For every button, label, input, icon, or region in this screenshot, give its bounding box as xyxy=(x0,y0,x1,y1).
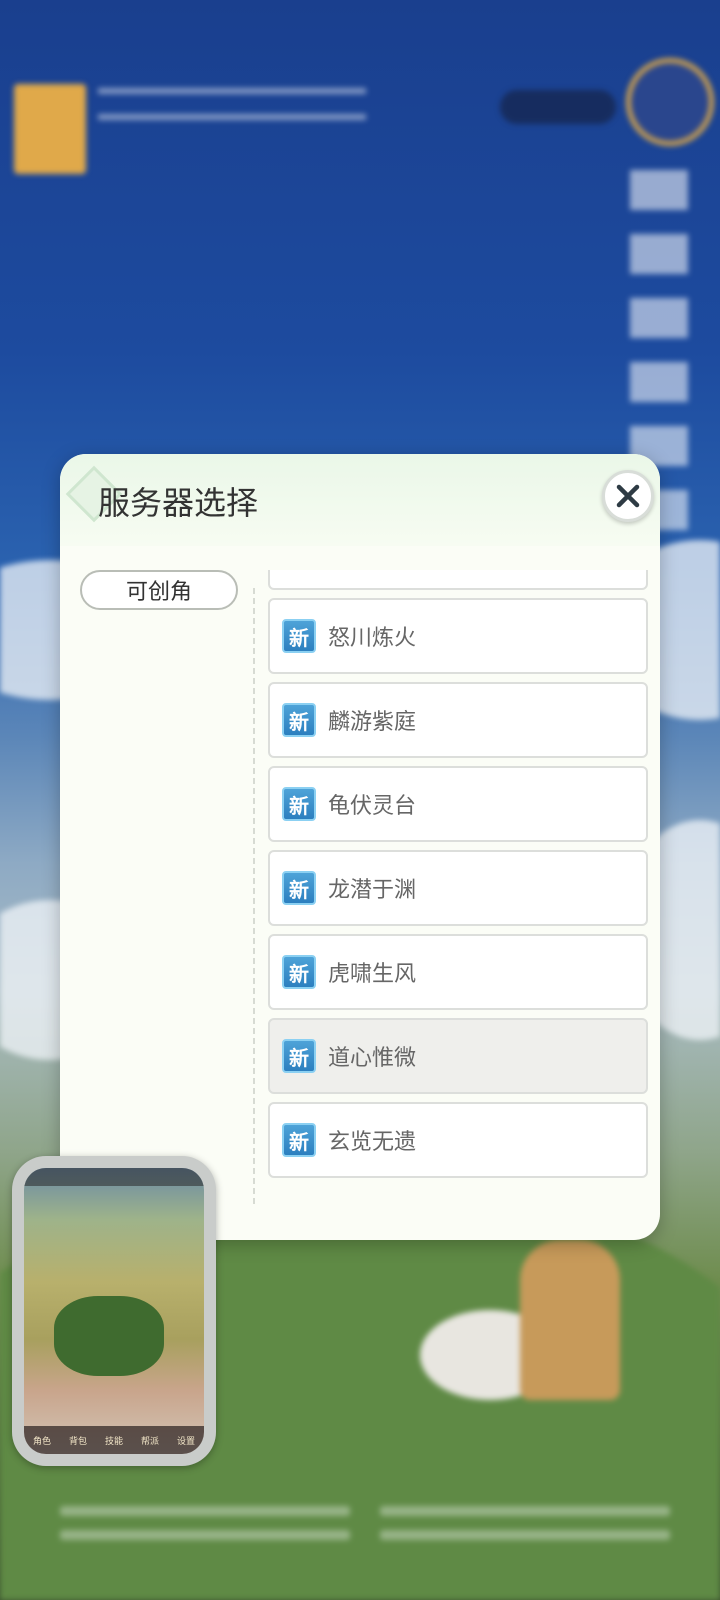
close-icon xyxy=(616,484,640,508)
server-name: 龟伏灵台 xyxy=(328,794,417,819)
server-item-selected[interactable]: 新 道心惟微 xyxy=(268,1018,648,1094)
server-item[interactable]: 新 虎啸生风 xyxy=(268,934,648,1010)
close-button[interactable] xyxy=(602,470,654,522)
server-name: 玄览无遗 xyxy=(328,1130,417,1155)
publisher-logo xyxy=(14,84,86,174)
mini-scenery xyxy=(54,1296,164,1376)
new-badge-icon: 新 xyxy=(282,1039,316,1073)
server-name: 虎啸生风 xyxy=(328,962,417,987)
column-divider xyxy=(253,588,255,1204)
server-item[interactable]: 新 龟伏灵台 xyxy=(268,766,648,842)
mini-tab: 角色 xyxy=(32,1436,51,1447)
new-badge-icon: 新 xyxy=(282,955,316,989)
new-badge-icon: 新 xyxy=(282,619,316,653)
publisher-info xyxy=(98,88,366,120)
game-preview: 角色 背包 技能 帮派 设置 xyxy=(24,1168,204,1454)
mini-tab: 技能 xyxy=(104,1436,123,1447)
mini-tab: 帮派 xyxy=(140,1436,159,1447)
new-badge-icon: 新 xyxy=(282,1123,316,1157)
new-badge-icon: 新 xyxy=(282,787,316,821)
age-rating-pill xyxy=(500,90,616,124)
mini-tab: 背包 xyxy=(68,1436,87,1447)
dialog-title: 服务器选择 xyxy=(98,484,259,522)
mini-status-bar xyxy=(24,1168,204,1186)
new-badge-icon: 新 xyxy=(282,703,316,737)
server-name: 麟游紫庭 xyxy=(328,710,417,735)
category-tab-creatable[interactable]: 可创角 xyxy=(80,570,238,610)
server-name: 道心惟微 xyxy=(328,1046,417,1071)
server-list[interactable]: 新 新 怒川炼火 新 麟游紫庭 新 龟伏灵台 新 龙潜于渊 新 虎啸生风 新 道… xyxy=(268,570,650,1210)
mini-tab: 设置 xyxy=(176,1436,195,1447)
dialog-header: 服务器选择 xyxy=(60,454,660,546)
server-name: 怒川炼火 xyxy=(328,626,417,651)
mini-tab-bar: 角色 背包 技能 帮派 设置 xyxy=(24,1426,204,1454)
server-item[interactable]: 新 龙潜于渊 xyxy=(268,850,648,926)
server-select-dialog: 服务器选择 可创角 新 新 怒川炼火 新 麟游紫庭 新 龟伏灵台 新 龙潜于渊 xyxy=(60,454,660,1240)
server-item[interactable]: 新 玄览无遗 xyxy=(268,1102,648,1178)
server-item[interactable]: 新 麟游紫庭 xyxy=(268,682,648,758)
game-seal-logo xyxy=(626,58,714,146)
server-item-partial[interactable]: 新 xyxy=(268,570,648,590)
server-item[interactable]: 新 怒川炼火 xyxy=(268,598,648,674)
floating-game-window[interactable]: 角色 背包 技能 帮派 设置 xyxy=(12,1156,216,1466)
server-name: 龙潜于渊 xyxy=(328,878,417,903)
new-badge-icon: 新 xyxy=(282,871,316,905)
character-illustration xyxy=(520,1240,620,1400)
